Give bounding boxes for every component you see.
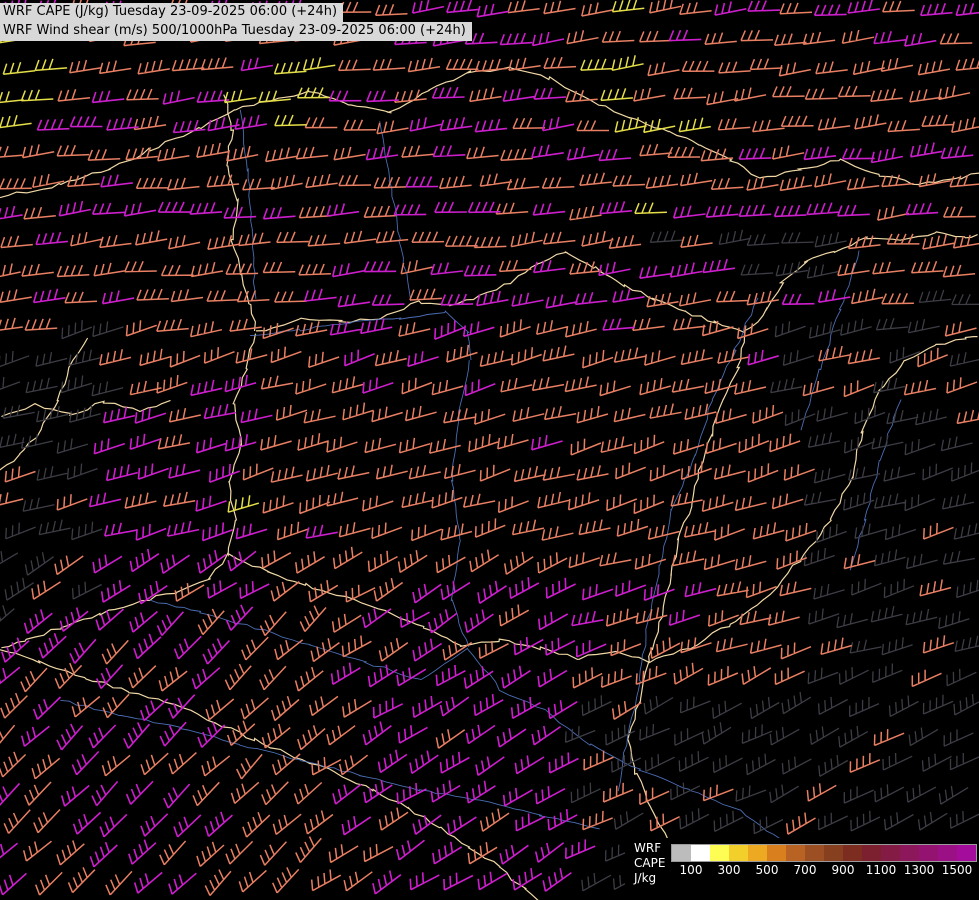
cape-legend: WRF CAPE J/kg 10030050070090011001300150… [625, 838, 979, 900]
legend-color-cell [729, 845, 748, 861]
legend-tick-label: 900 [824, 863, 862, 877]
legend-color-cell [786, 845, 805, 861]
weather-map-page: WRF CAPE (J/kg) Tuesday 23-09-2025 06:00… [0, 0, 979, 900]
rivers [60, 110, 901, 861]
legend-model-label: WRF [634, 841, 665, 856]
legend-tick-label: 1500 [938, 863, 976, 877]
map-title-cape: WRF CAPE (J/kg) Tuesday 23-09-2025 06:00… [0, 3, 343, 22]
legend-color-cell [862, 845, 881, 861]
legend-param-label: CAPE [634, 856, 665, 871]
legend-color-cell [767, 845, 786, 861]
legend-color-cell [672, 845, 691, 861]
legend-color-cell [824, 845, 843, 861]
weather-map-svg [0, 0, 979, 900]
wind-barbs-moderate [0, 0, 979, 895]
legend-color-cell [957, 845, 976, 861]
legend-color-cell [919, 845, 938, 861]
legend-color-cell [938, 845, 957, 861]
legend-color-cell [691, 845, 710, 861]
legend-tick-label: 700 [786, 863, 824, 877]
legend-color-cell [900, 845, 919, 861]
legend-tick-label: 500 [748, 863, 786, 877]
country-borders [0, 67, 979, 900]
legend-tick-labels: 100300500700900110013001500 [672, 863, 978, 879]
legend-tick-label: 1100 [862, 863, 900, 877]
legend-tick-label: 100 [672, 863, 710, 877]
map-title-windshear: WRF Wind shear (m/s) 500/1000hPa Tuesday… [0, 22, 472, 41]
legend-color-cell [748, 845, 767, 861]
legend-tick-label: 1300 [900, 863, 938, 877]
legend-colorbar [671, 844, 977, 862]
legend-unit-label: J/kg [634, 871, 665, 886]
legend-color-cell [805, 845, 824, 861]
wind-barbs-jet [0, 0, 711, 512]
legend-tick-label: 300 [710, 863, 748, 877]
legend-color-cell [881, 845, 900, 861]
legend-labels: WRF CAPE J/kg [634, 841, 665, 886]
legend-color-cell [843, 845, 862, 861]
legend-color-cell [710, 845, 729, 861]
